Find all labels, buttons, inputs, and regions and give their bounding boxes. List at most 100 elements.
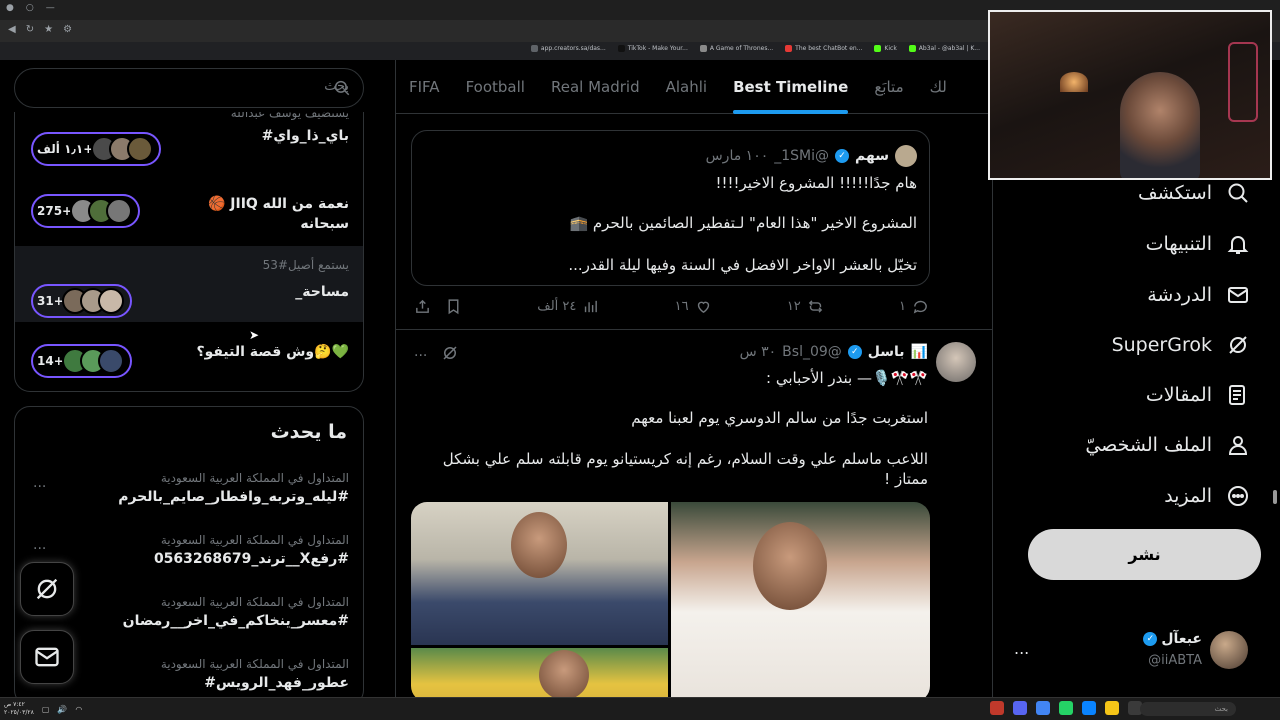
space-item[interactable]: يستمع أصيل#53 مساحة_ 31+ (15, 246, 363, 322)
app-icon[interactable] (990, 701, 1004, 715)
tab-following[interactable]: متابَع (861, 60, 916, 114)
trend-context: المتداول في المملكة العربية السعودية (160, 657, 349, 671)
nav-supergrok[interactable]: SuperGrok (1112, 333, 1250, 357)
trend-item[interactable]: المتداول في المملكة العربية السعودية #لي… (15, 471, 363, 533)
window-control-2[interactable]: ○ (26, 3, 34, 13)
tab-for-you[interactable]: لك (917, 60, 960, 114)
bookmark-item[interactable]: Ab3al - @ab3al | K... (908, 45, 980, 52)
scrollbar[interactable] (1273, 490, 1277, 504)
more-icon[interactable]: ... (33, 537, 46, 553)
nav-label: الدردشة (1147, 284, 1212, 306)
chart-emoji-icon: 📊 (910, 344, 928, 360)
reply-icon (913, 300, 927, 314)
back-icon[interactable]: ◀ (8, 24, 16, 35)
nav-profile[interactable]: الملف الشخصيّ (1085, 433, 1250, 457)
search-box[interactable]: بحث (14, 68, 364, 108)
article-icon (1229, 385, 1245, 405)
taskbar-search[interactable]: بحث (1140, 702, 1236, 716)
post-time[interactable]: ٣٠ س (740, 344, 777, 360)
space-listeners-pill[interactable]: 31+ (31, 284, 132, 318)
tab-real-madrid[interactable]: Real Madrid (538, 60, 653, 114)
more-icon[interactable]: ... (1014, 639, 1029, 658)
nav-notifications[interactable]: التنبيهات (1146, 232, 1250, 256)
space-item[interactable]: نعمة من الله JIIQ 🏀 سبحانه 275+ (15, 184, 363, 244)
folder-icon[interactable] (1105, 701, 1119, 715)
bookmark-favicon-icon (699, 45, 707, 52)
grok-float-button[interactable] (20, 562, 74, 616)
quoted-post[interactable]: سهم ✓ @1SMi_ ١٠٠ مارس هام جدًا!!!!! المش… (411, 130, 930, 286)
space-listeners-pill[interactable]: 14+ (31, 344, 132, 378)
bookmark-item[interactable]: A Game of Thrones... (699, 45, 773, 52)
messages-float-button[interactable] (20, 630, 74, 684)
window-control-1[interactable]: ● (6, 3, 14, 13)
media-image[interactable] (411, 648, 668, 697)
star-icon[interactable]: ★ (44, 24, 53, 35)
account-switcher[interactable]: عبعآل ✓ @iiABTA ... (1010, 625, 1260, 677)
space-title: نعمة من الله JIIQ 🏀 سبحانه (207, 196, 349, 232)
post-media-grid[interactable] (411, 502, 930, 697)
trend-context: المتداول في المملكة العربية السعودية (160, 533, 349, 547)
bookmark-item[interactable]: TikTok - Make Your... (617, 45, 688, 52)
avatar (97, 348, 124, 374)
bookmark-icon[interactable] (445, 298, 462, 315)
author-name[interactable]: باسل (868, 344, 905, 360)
avatar[interactable] (936, 342, 976, 382)
envelope-icon (1228, 287, 1248, 303)
nav-articles[interactable]: المقالات (1146, 383, 1250, 407)
volume-icon[interactable]: 🔊 (57, 705, 67, 714)
bookmark-item[interactable]: The best ChatBot en... (785, 45, 862, 52)
app-icon[interactable] (1082, 701, 1096, 715)
nav-label: استكشف (1137, 182, 1212, 204)
clock[interactable]: ٧:٤٢ ص ٢٠٢٥/٠٣/٢٨ (4, 701, 34, 717)
window-controls[interactable]: ● ○ — (6, 3, 55, 13)
tab-best-timeline[interactable]: Best Timeline (720, 60, 861, 114)
notification-icon[interactable]: ▢ (42, 705, 50, 714)
window-control-3[interactable]: — (46, 3, 55, 13)
bookmark-label: TikTok - Make Your... (627, 45, 688, 52)
nav-label: التنبيهات (1145, 233, 1212, 255)
spaces-panel: يستضيف يوسف عبدالله باي_ذا_واي# ١٫١ ألف+… (14, 112, 364, 392)
grok-icon[interactable] (441, 344, 459, 362)
space-title: 💚🤔وش قصة التيفو؟ (196, 344, 349, 360)
space-item[interactable]: 💚🤔وش قصة التيفو؟ 14+ (15, 332, 363, 388)
tab-alahli[interactable]: Alahli (653, 60, 720, 114)
post-button[interactable]: نشر (1028, 529, 1261, 580)
chrome-icon[interactable] (1036, 701, 1050, 715)
reply-button[interactable]: ١ (899, 298, 929, 315)
tab-fifa[interactable]: FIFA (396, 60, 453, 114)
space-listeners-pill[interactable]: 275+ (31, 194, 141, 228)
nav-explore[interactable]: استكشف (1138, 181, 1250, 205)
verified-badge-icon: ✓ (847, 345, 862, 359)
like-button[interactable]: ١٦ (675, 298, 712, 315)
extension-icon[interactable]: ⚙ (63, 24, 72, 35)
bell-icon (1227, 236, 1249, 254)
media-image[interactable] (411, 502, 668, 645)
author-handle[interactable]: @Bsl_09 (782, 344, 842, 360)
space-listeners-pill[interactable]: ١٫١ ألف+ (31, 132, 162, 166)
share-icon[interactable] (414, 298, 431, 315)
tab-football[interactable]: Football (453, 60, 538, 114)
bookmark-item[interactable]: app.creators.sa/das... (530, 45, 606, 52)
more-icon[interactable]: ... (33, 475, 46, 491)
reload-icon[interactable]: ↻ (26, 24, 34, 35)
more-icon[interactable]: ... (414, 344, 427, 362)
nav-chat[interactable]: الدردشة (1147, 283, 1250, 307)
nav-more[interactable]: المزيد (1164, 484, 1250, 508)
nav-label: SuperGrok (1111, 334, 1212, 356)
discord-icon[interactable] (1013, 701, 1027, 715)
listener-count: 14+ (37, 354, 64, 368)
verified-badge-icon: ✓ (1143, 632, 1158, 646)
envelope-icon (35, 647, 59, 667)
whatsapp-icon[interactable] (1059, 701, 1073, 715)
views-button[interactable]: ٢٤ ألف (537, 298, 599, 315)
quoted-text-line: هام جدًا!!!!! المشروع الاخير!!!! (715, 174, 917, 192)
avatar (127, 136, 154, 162)
quoted-text-line: تخيّل بالعشر الاواخر الافضل في السنة وفي… (568, 256, 917, 274)
media-image[interactable] (671, 502, 930, 697)
space-item[interactable]: يستضيف يوسف عبدالله باي_ذا_واي# ١٫١ ألف+ (15, 112, 363, 166)
repost-button[interactable]: ١٢ (787, 298, 824, 315)
bar-chart-icon (585, 300, 598, 313)
bookmark-item[interactable]: Kick (874, 45, 897, 52)
post-text-line: 🎌🎌🎙️— بندر الأحبابي : (766, 369, 928, 387)
wifi-icon[interactable]: ◠ (75, 705, 82, 714)
